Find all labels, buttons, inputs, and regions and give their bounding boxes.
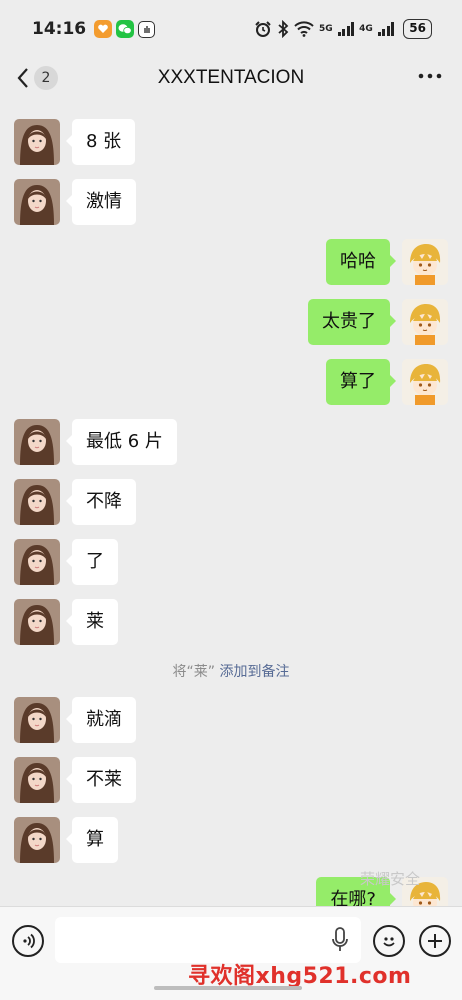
- received-message-bubble[interactable]: 8 张: [65, 119, 136, 165]
- chat-title: XXXTENTACION: [157, 67, 305, 88]
- sent-message-bubble[interactable]: 太贵了: [308, 299, 396, 345]
- remark-suggestion: 将“莱” 添加到备注: [0, 661, 462, 681]
- gesture-app-icon: [138, 20, 156, 38]
- received-message-bubble[interactable]: 就滴: [66, 697, 136, 743]
- smiley-icon: [383, 937, 395, 947]
- wechat-icon: [116, 20, 135, 38]
- contact-avatar[interactable]: [14, 817, 60, 863]
- more-dots-icon: [418, 73, 442, 79]
- signal-bars-icon: [377, 22, 395, 36]
- microphone-icon: [332, 927, 348, 951]
- plus-icon: [428, 934, 442, 948]
- unread-count-badge: 2: [34, 66, 58, 90]
- back-button[interactable]: 2: [16, 66, 58, 90]
- message-row: 算: [14, 817, 118, 863]
- wifi-icon: [294, 21, 314, 37]
- more-functions-button[interactable]: [419, 925, 451, 957]
- message-input[interactable]: [55, 917, 361, 963]
- contact-avatar[interactable]: [14, 119, 60, 165]
- voice-input-button[interactable]: [332, 927, 348, 957]
- home-indicator[interactable]: [154, 986, 302, 990]
- chat-header: XXXTENTACION 2: [0, 58, 462, 106]
- network-4g-label: 4G: [359, 24, 373, 34]
- contact-avatar[interactable]: [14, 479, 60, 525]
- contact-avatar[interactable]: [14, 179, 60, 225]
- user-avatar[interactable]: [402, 359, 448, 405]
- contact-avatar[interactable]: [14, 757, 60, 803]
- sent-message-bubble[interactable]: 哈哈: [326, 239, 396, 285]
- status-bar: 14:16 5G 4G 56: [0, 0, 462, 58]
- more-options-button[interactable]: [418, 68, 442, 88]
- message-row: 莱: [14, 599, 118, 645]
- message-row: 哈哈: [326, 239, 448, 285]
- contact-avatar[interactable]: [14, 539, 60, 585]
- notification-app-icon: [94, 20, 113, 38]
- emoji-button[interactable]: [373, 925, 405, 957]
- voice-wave-icon: [23, 933, 35, 949]
- received-message-bubble[interactable]: 不降: [66, 479, 136, 525]
- voice-mode-button[interactable]: [12, 925, 44, 957]
- status-time: 14:16: [32, 19, 87, 39]
- user-avatar[interactable]: [402, 239, 448, 285]
- received-message-bubble[interactable]: 算: [66, 817, 118, 863]
- message-row: 就滴: [14, 697, 136, 743]
- add-to-remark-link[interactable]: 添加到备注: [219, 664, 289, 680]
- contact-avatar[interactable]: [14, 599, 60, 645]
- message-row: 不莱: [14, 757, 136, 803]
- received-message-bubble[interactable]: 莱: [66, 599, 118, 645]
- received-message-bubble[interactable]: 最低 6 片: [66, 419, 177, 465]
- contact-avatar[interactable]: [14, 419, 60, 465]
- user-avatar[interactable]: [402, 299, 448, 345]
- security-watermark: 荣耀安全: [360, 870, 421, 888]
- message-row: 算了: [326, 359, 448, 405]
- received-message-bubble[interactable]: 了: [66, 539, 118, 585]
- message-row: 8 张: [14, 119, 136, 165]
- message-row: 了: [14, 539, 118, 585]
- battery-indicator: 56: [403, 19, 432, 39]
- remark-suggestion-text: 将“莱”: [172, 664, 216, 680]
- message-row: 不降: [14, 479, 136, 525]
- signal-bars-icon: [337, 22, 355, 36]
- message-row: 最低 6 片: [14, 419, 177, 465]
- chevron-left-icon: [17, 68, 28, 88]
- message-row: 激情: [14, 179, 136, 225]
- received-message-bubble[interactable]: 不莱: [66, 757, 136, 803]
- message-row: 太贵了: [308, 299, 448, 345]
- alarm-icon: [255, 21, 271, 37]
- contact-avatar[interactable]: [14, 697, 60, 743]
- network-5g-label: 5G: [318, 24, 333, 34]
- sent-message-bubble[interactable]: 算了: [326, 359, 396, 405]
- bluetooth-icon: [278, 20, 289, 38]
- received-message-bubble[interactable]: 激情: [66, 179, 136, 225]
